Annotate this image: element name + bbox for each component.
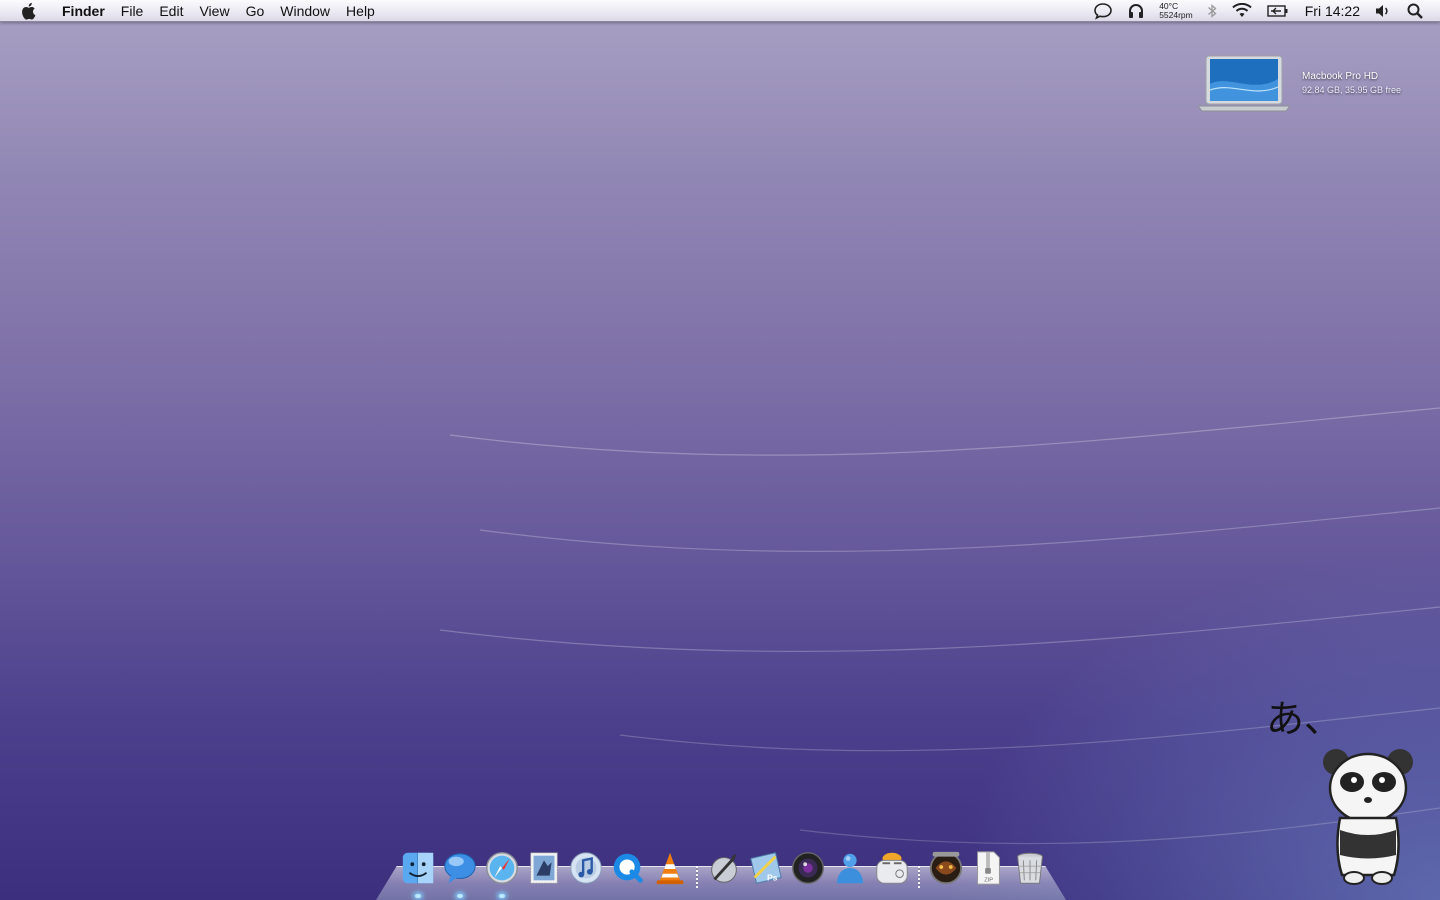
wifi-icon[interactable] (1231, 0, 1253, 22)
desktop-drive-macbook-pro-hd[interactable]: Macbook Pro HD 92.84 GB, 35.95 GB free (1198, 54, 1428, 118)
battery-icon[interactable] (1267, 0, 1289, 22)
finder-icon (402, 852, 434, 884)
dock-toaster[interactable] (872, 848, 912, 888)
fan-speed-value: 5524rpm (1159, 9, 1193, 20)
bluetooth-icon[interactable] (1207, 0, 1217, 22)
menu-file[interactable]: File (113, 0, 152, 22)
mail-stamp-icon (530, 852, 558, 884)
quicktime-icon (613, 853, 643, 883)
vlc-cone-icon (656, 852, 684, 885)
menu-clock[interactable]: Fri 14:22 (1305, 3, 1360, 19)
dock-safari[interactable] (482, 848, 522, 898)
dock-quicktime[interactable] (608, 848, 648, 888)
temperature-monitor[interactable]: 40°C 5524rpm (1159, 1, 1193, 20)
menu-bar: Finder File Edit View Go Window Help 40°… (0, 0, 1440, 22)
messenger-buddy-icon (836, 853, 864, 884)
dock-separator (914, 848, 924, 888)
headphones-icon[interactable] (1127, 0, 1145, 22)
zip-label: ZIP (984, 877, 993, 883)
drive-name: Macbook Pro HD (1302, 71, 1379, 82)
decoration-text: あ、 (1266, 697, 1342, 741)
dock-zip-archive[interactable]: ZIP (968, 848, 1008, 888)
menu-window[interactable]: Window (272, 0, 338, 22)
menu-edit[interactable]: Edit (151, 0, 191, 22)
toaster-icon (876, 852, 908, 884)
itunes-icon (570, 852, 602, 884)
volume-icon[interactable] (1374, 0, 1392, 22)
photoshop-label: Ps (767, 872, 778, 882)
panda-desktop-decoration: あ、 (1262, 690, 1432, 890)
dock-vlc[interactable] (650, 848, 690, 888)
menu-go[interactable]: Go (238, 0, 273, 22)
drive-info: 92.84 GB, 35.95 GB free (1302, 85, 1402, 95)
dock-trash[interactable] (1010, 848, 1050, 888)
trash-icon (1017, 852, 1043, 884)
dock-itunes[interactable] (566, 848, 606, 888)
game-app-icon (929, 851, 963, 885)
dock-finder[interactable] (398, 848, 438, 898)
dock-mail[interactable] (524, 848, 564, 888)
zip-file-icon: ZIP (977, 851, 1000, 885)
desktop-background-glow (0, 0, 1440, 900)
laptop-drive-icon (1198, 55, 1290, 112)
dock-icons: Ps ZIP (398, 846, 1052, 898)
safari-compass-icon (486, 852, 518, 884)
dock-game-app[interactable] (926, 848, 966, 888)
menu-extras: 40°C 5524rpm Fri 14:22 (1079, 0, 1440, 22)
apple-menu-icon[interactable] (18, 1, 38, 21)
dock-photoshop[interactable]: Ps (746, 848, 786, 888)
spotlight-search-icon[interactable] (1406, 0, 1424, 22)
dock-script-editor[interactable] (704, 848, 744, 888)
dock-messenger[interactable] (830, 848, 870, 888)
wallpaper-waves (439, 407, 1440, 845)
menu-app-finder[interactable]: Finder (54, 0, 113, 22)
dock-photo-booth[interactable] (788, 848, 828, 888)
chat-bubble-icon[interactable] (1093, 0, 1113, 22)
running-indicator (415, 894, 421, 898)
menu-view[interactable]: View (191, 0, 237, 22)
dock: Ps ZIP (376, 846, 1066, 900)
script-editor-icon (711, 853, 737, 883)
photoshop-icon: Ps (750, 852, 782, 884)
running-indicator (457, 894, 463, 898)
dock-separator (692, 848, 702, 888)
menu-help[interactable]: Help (338, 0, 383, 22)
running-indicator (499, 894, 505, 898)
ichat-icon (444, 853, 476, 884)
camera-lens-icon (792, 852, 824, 884)
dock-ichat[interactable] (440, 848, 480, 898)
